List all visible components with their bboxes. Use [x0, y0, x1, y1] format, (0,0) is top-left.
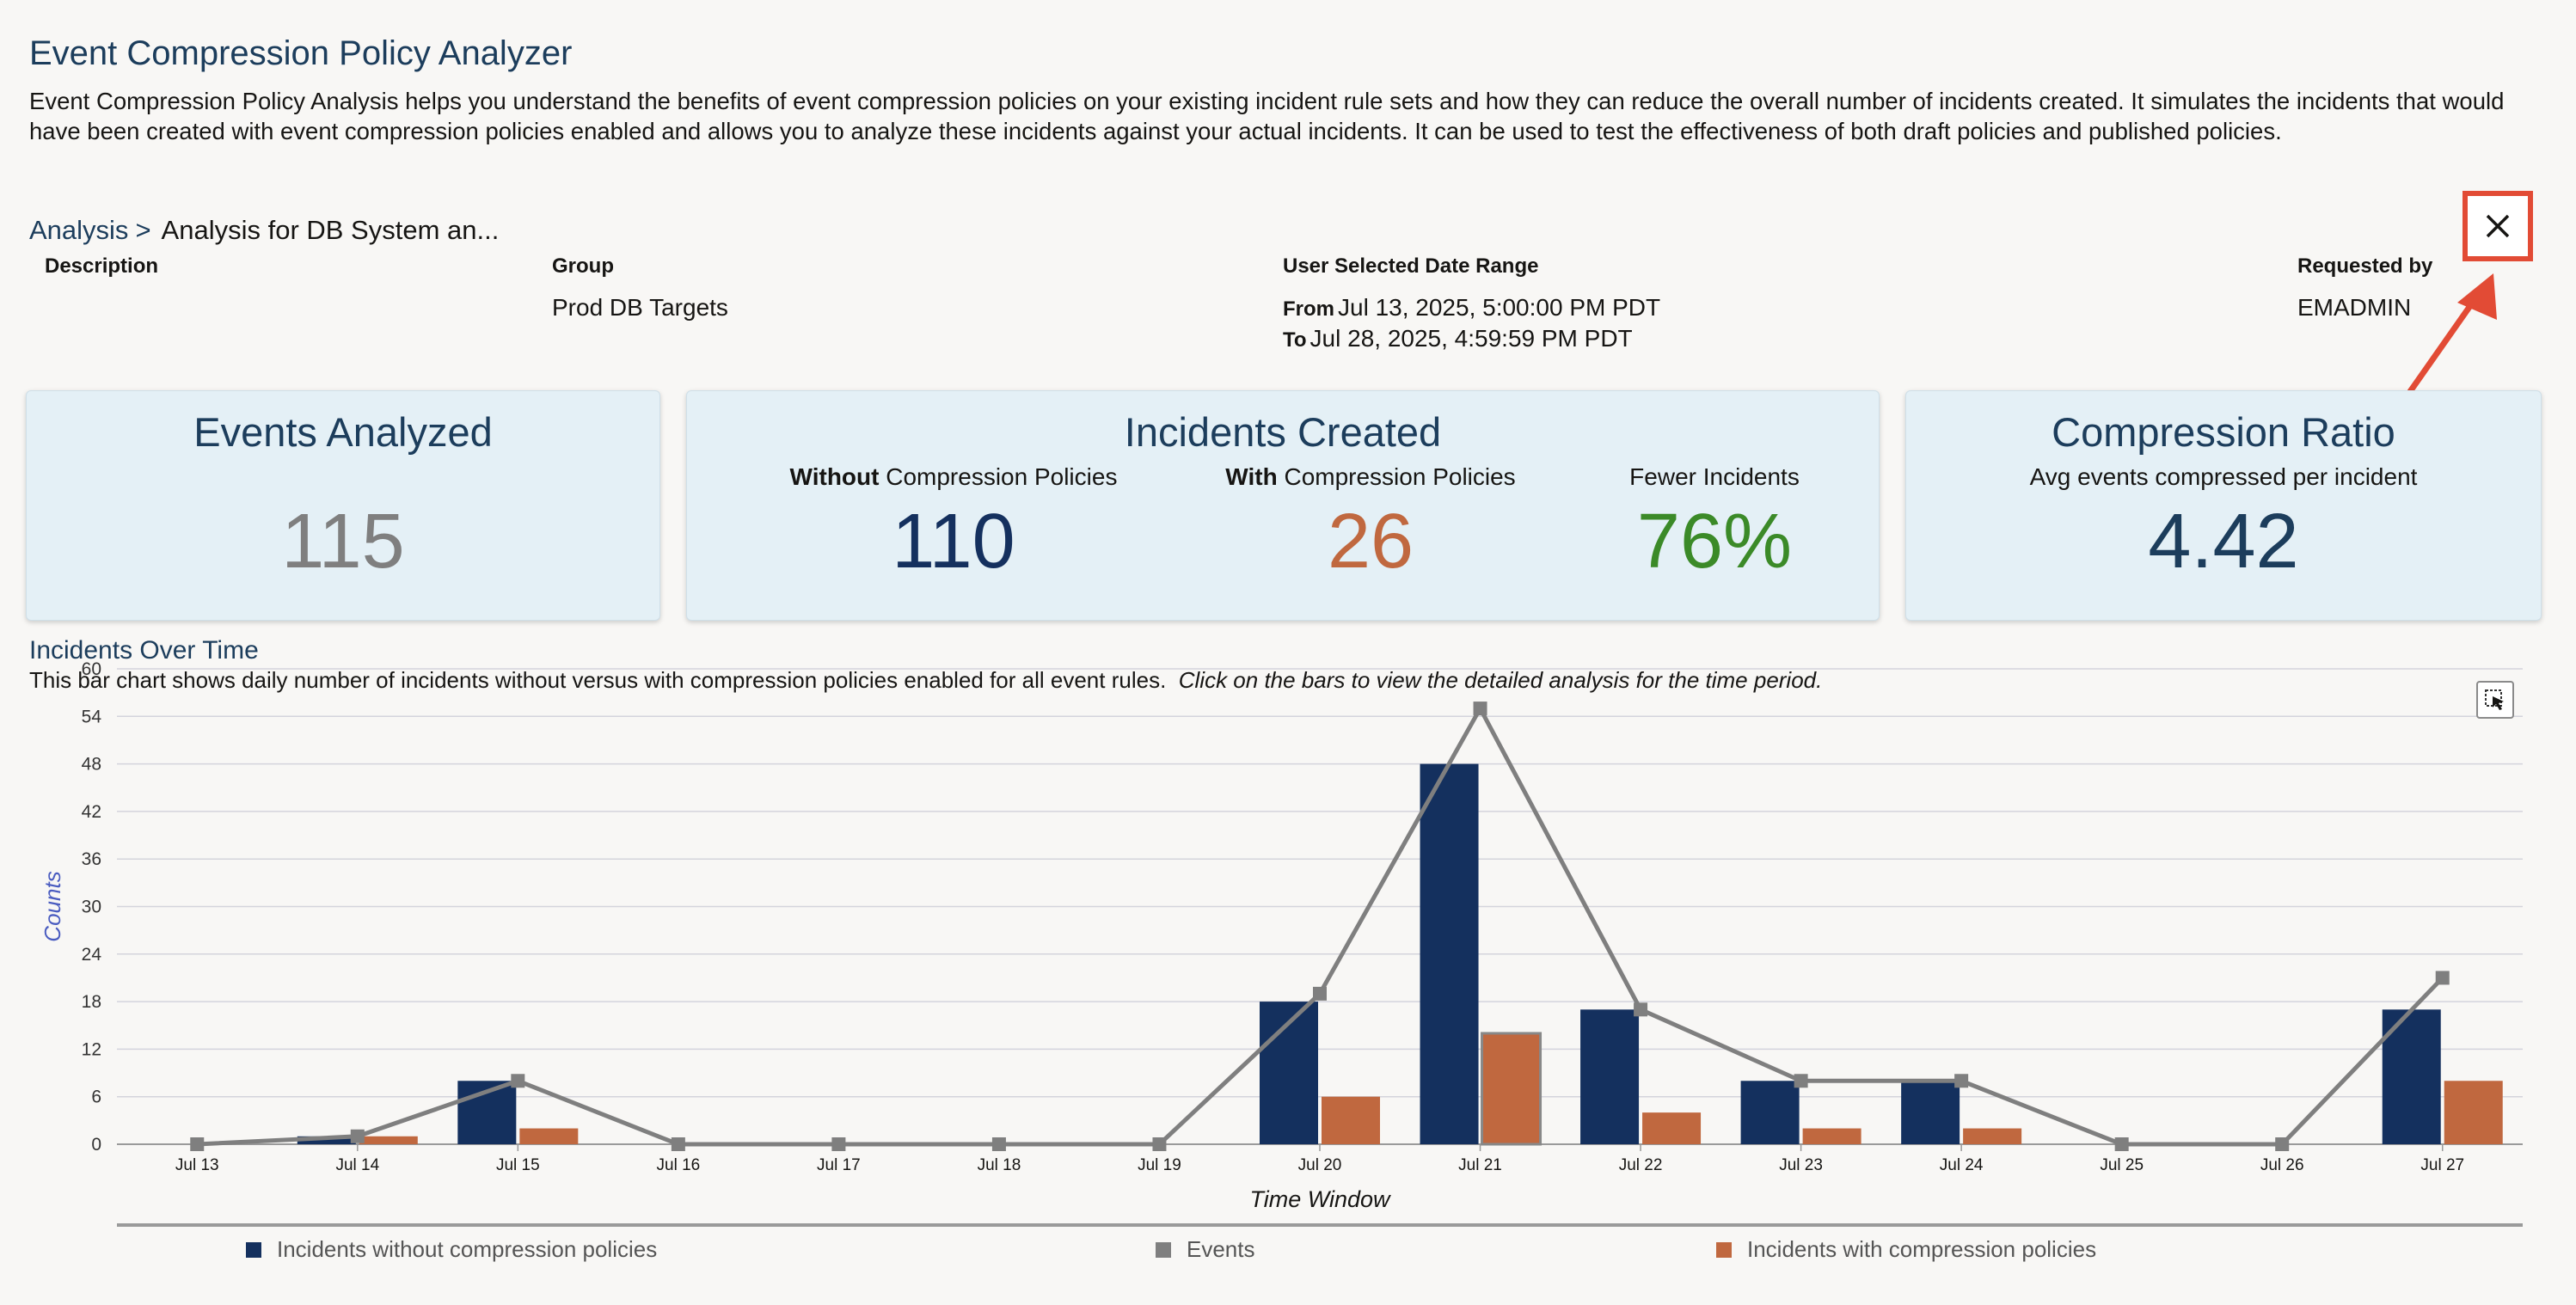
events-point-jul-14[interactable]: [350, 1129, 365, 1143]
x-tick-label: Jul 21: [1458, 1156, 1502, 1174]
legend-item-with[interactable]: Incidents with compression policies: [1716, 1236, 2096, 1263]
y-tick-label: 24: [82, 945, 102, 965]
bar-without-jul-24[interactable]: [1901, 1081, 1960, 1144]
events-point-jul-19[interactable]: [1152, 1137, 1167, 1151]
events-point-jul-23[interactable]: [1794, 1074, 1808, 1088]
y-tick-label: 36: [82, 849, 101, 869]
legend-swatch-with: [1716, 1241, 1732, 1258]
bar-with-jul-24[interactable]: [1963, 1128, 2022, 1144]
y-tick-label: 30: [82, 898, 101, 917]
events-point-jul-21[interactable]: [1473, 702, 1487, 716]
selection-cursor-icon: [2485, 689, 2504, 710]
y-tick-label: 42: [82, 802, 101, 822]
events-point-jul-25[interactable]: [2114, 1137, 2129, 1151]
y-tick-label: 48: [82, 755, 101, 775]
bar-without-jul-22[interactable]: [1580, 1009, 1640, 1144]
chart-description-hint: Click on the bars to view the detailed a…: [1178, 667, 1823, 693]
x-tick-label: Jul 27: [2420, 1156, 2464, 1174]
x-tick-label: Jul 20: [1298, 1156, 1342, 1174]
x-tick-label: Jul 22: [1619, 1156, 1663, 1174]
x-tick-label: Jul 18: [978, 1156, 1021, 1174]
events-point-jul-20[interactable]: [1313, 986, 1327, 1001]
x-axis-label: Time Window: [1249, 1186, 1391, 1212]
events-point-jul-18[interactable]: [991, 1137, 1006, 1151]
events-point-jul-26[interactable]: [2275, 1137, 2290, 1151]
x-tick-label: Jul 15: [496, 1156, 540, 1174]
y-tick-label: 0: [91, 1135, 101, 1155]
events-point-jul-13[interactable]: [190, 1137, 205, 1151]
x-tick-label: Jul 26: [2260, 1156, 2304, 1174]
legend-label-with: Incidents with compression policies: [1747, 1236, 2097, 1262]
bar-without-jul-23[interactable]: [1740, 1081, 1800, 1144]
x-tick-label: Jul 16: [657, 1156, 701, 1174]
incidents-over-time-title: Incidents Over Time: [29, 636, 259, 665]
events-point-jul-27[interactable]: [2435, 971, 2450, 985]
legend-item-without[interactable]: Incidents without compression policies: [246, 1236, 657, 1263]
y-tick-label: 12: [82, 1039, 101, 1059]
incidents-over-time-chart: 06121824303642485460CountsJul 13 Jul 14 Ju…: [40, 659, 2523, 1227]
bar-with-jul-21[interactable]: [1481, 1032, 1543, 1146]
chart-description-text: This bar chart shows daily number of inc…: [29, 667, 1167, 693]
bar-with-jul-23[interactable]: [1802, 1128, 1861, 1144]
analyzer-page: Event Compression Policy Analyzer Event …: [0, 0, 2576, 1305]
x-tick-label: Jul 24: [1940, 1156, 1984, 1174]
events-line: [197, 703, 2444, 1147]
chart-select-button[interactable]: [2476, 681, 2514, 719]
x-tick-label: Jul 25: [2100, 1156, 2144, 1174]
events-point-jul-15[interactable]: [511, 1074, 525, 1088]
legend-item-events[interactable]: Events: [1156, 1236, 1255, 1263]
y-tick-label: 18: [82, 992, 101, 1012]
x-tick-label: Jul 13: [175, 1156, 219, 1174]
bar-with-jul-22[interactable]: [1642, 1112, 1702, 1144]
bar-without-jul-21[interactable]: [1420, 763, 1479, 1144]
events-point-jul-16[interactable]: [671, 1137, 685, 1151]
y-axis-label: Counts: [40, 871, 65, 941]
bar-with-jul-14[interactable]: [359, 1136, 418, 1144]
bar-with-jul-20[interactable]: [1322, 1096, 1380, 1144]
legend-label-events: Events: [1187, 1236, 1255, 1262]
x-tick-label: Jul 14: [335, 1156, 379, 1174]
y-tick-label: 6: [91, 1088, 101, 1107]
chart-description: This bar chart shows daily number of inc…: [29, 667, 1822, 694]
y-tick-label: 54: [82, 707, 102, 726]
x-tick-label: Jul 23: [1779, 1156, 1823, 1174]
legend-swatch-without: [246, 1241, 261, 1258]
x-tick-label: Jul 19: [1138, 1156, 1181, 1174]
legend-label-without: Incidents without compression policies: [277, 1236, 658, 1262]
bar-with-jul-27[interactable]: [2444, 1081, 2503, 1144]
bar-with-jul-15[interactable]: [519, 1128, 579, 1144]
events-point-jul-22[interactable]: [1634, 1002, 1648, 1017]
events-point-jul-24[interactable]: [1954, 1074, 1969, 1088]
events-point-jul-17[interactable]: [831, 1137, 846, 1151]
legend-swatch-events: [1156, 1241, 1171, 1258]
x-tick-label: Jul 17: [817, 1156, 861, 1174]
